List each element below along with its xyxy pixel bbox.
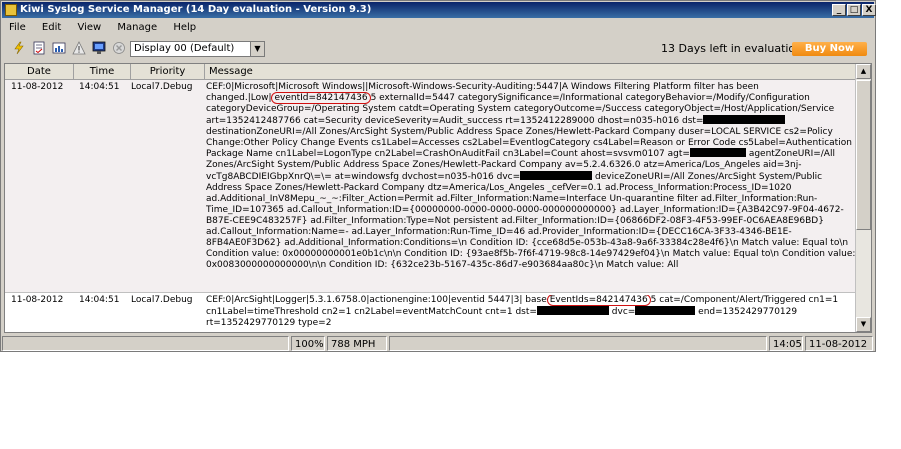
row-date: 11-08-2012 (11, 82, 64, 92)
monitor-icon[interactable] (92, 41, 106, 55)
title-bar[interactable]: Kiwi Syslog Service Manager (14 Day eval… (2, 2, 876, 18)
column-header-date[interactable]: Date (5, 64, 74, 80)
lightning-icon[interactable] (12, 41, 26, 55)
message-text: dvc= (608, 306, 636, 317)
buy-now-button[interactable]: Buy Now (792, 42, 867, 56)
menu-file[interactable]: File (2, 19, 32, 36)
menu-manage[interactable]: Manage (110, 19, 163, 36)
menu-bar: File Edit View Manage Help (2, 19, 874, 36)
column-header-time[interactable]: Time (74, 64, 131, 80)
close-button[interactable]: X (862, 4, 876, 16)
redaction-bar (703, 114, 786, 124)
status-pane-empty (389, 336, 767, 351)
row-message: CEF:0|Microsoft|Microsoft Windows||Micro… (206, 82, 856, 270)
minimize-button[interactable]: _ (832, 4, 846, 16)
main-window: Kiwi Syslog Service Manager (14 Day eval… (0, 0, 876, 352)
row-time: 14:04:51 (79, 82, 120, 92)
row-time: 14:04:51 (79, 295, 120, 305)
stop-icon[interactable] (112, 41, 126, 55)
menu-help[interactable]: Help (166, 19, 202, 36)
redaction-bar (689, 148, 746, 158)
status-date: 11-08-2012 (805, 336, 873, 351)
grid-header: Date Time Priority Message (5, 64, 857, 80)
row-priority: Local7.Debug (131, 82, 193, 92)
warning-icon[interactable] (72, 41, 86, 55)
row-date: 11-08-2012 (11, 295, 64, 305)
scroll-thumb[interactable] (856, 80, 871, 230)
row-message: CEF:0|ArcSight|Logger|5.3.1.6758.0|actio… (206, 295, 856, 329)
scroll-up-icon[interactable]: ▲ (856, 64, 871, 79)
column-header-priority[interactable]: Priority (131, 64, 205, 80)
chart-icon[interactable] (52, 41, 66, 55)
status-pane-empty (2, 336, 289, 351)
redaction-bar (536, 305, 609, 315)
menu-edit[interactable]: Edit (35, 19, 67, 36)
notepad-icon[interactable] (32, 41, 46, 55)
kiwi-app-icon (5, 4, 17, 16)
event-id-highlight: EventIds=842147436 (546, 295, 651, 306)
table-row[interactable]: 11-08-2012 14:04:51 Local7.Debug CEF:0|M… (5, 80, 857, 293)
display-select[interactable]: Display 00 (Default) ▼ (130, 41, 265, 57)
evaluation-status: 13 Days left in evaluation (661, 42, 803, 55)
redaction-bar (520, 171, 593, 181)
message-text: deviceZoneURI=/All Zones/ArcSight System… (206, 172, 856, 270)
message-grid: Date Time Priority Message 11-08-2012 14… (4, 63, 872, 333)
status-zoom: 100% (291, 336, 325, 351)
maximize-button[interactable]: □ (847, 4, 861, 16)
status-time: 14:05 (769, 336, 803, 351)
menu-view[interactable]: View (70, 19, 107, 36)
row-priority: Local7.Debug (131, 295, 193, 305)
display-select-value: Display 00 (Default) (134, 43, 235, 54)
vertical-scrollbar[interactable]: ▲ ▼ (855, 64, 871, 332)
table-row[interactable]: 11-08-2012 14:04:51 Local7.Debug CEF:0|A… (5, 293, 857, 332)
scroll-down-icon[interactable]: ▼ (856, 317, 871, 332)
redaction-bar (635, 305, 696, 315)
column-header-message[interactable]: Message (205, 64, 857, 80)
status-rate: 788 MPH (327, 336, 387, 351)
window-title: Kiwi Syslog Service Manager (14 Day eval… (20, 4, 372, 15)
message-text: CEF:0|ArcSight|Logger|5.3.1.6758.0|actio… (206, 295, 547, 305)
status-bar: 100% 788 MPH 14:05 11-08-2012 (2, 335, 874, 352)
event-id-highlight: eventId=842147436 (271, 91, 371, 104)
chevron-down-icon[interactable]: ▼ (250, 42, 264, 56)
